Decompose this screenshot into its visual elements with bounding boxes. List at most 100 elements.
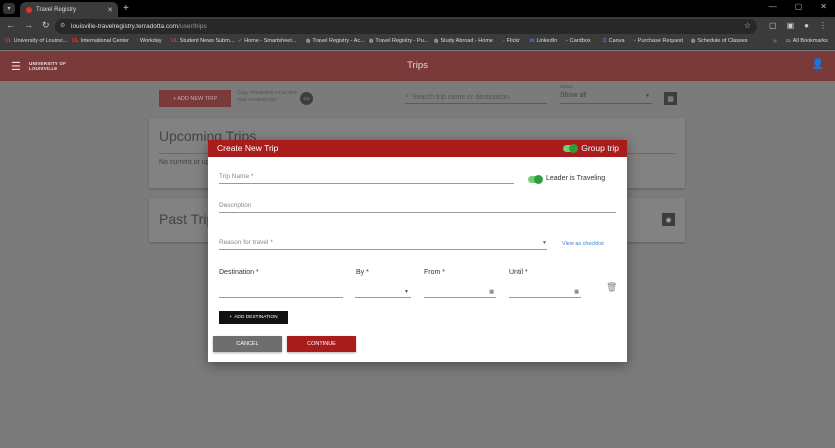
bookmark-item[interactable]: in LinkedIn <box>530 38 557 44</box>
new-tab-button[interactable]: + <box>123 3 129 14</box>
tab-title: Travel Registry <box>36 6 77 13</box>
purchase-icon: ▪ <box>634 38 636 44</box>
linkedin-icon: in <box>530 38 535 44</box>
extension-icons: ▢ ▣ ● ⋮ <box>769 21 827 30</box>
url-host: louisville-travelregistry.terradotta.com <box>71 23 179 30</box>
globe-icon: ◍ <box>306 38 311 44</box>
app-header: ☰ UNIVERSITY OF LOUISVILLE Trips 👤 <box>0 51 835 81</box>
chevron-down-icon: ▼ <box>404 289 409 295</box>
chevron-down-icon: ▼ <box>542 240 547 246</box>
cancel-button[interactable]: CANCEL <box>213 336 282 352</box>
bookmark-star-icon[interactable]: ☆ <box>744 21 751 30</box>
globe-icon: ◍ <box>691 38 696 44</box>
extensions-icon[interactable]: ▢ <box>769 21 777 30</box>
upcoming-empty-text: No current or up <box>159 159 210 166</box>
ul-logo-icon: UL <box>5 38 12 44</box>
bookmark-item[interactable]: ◍ Travel Registry - Ac... <box>306 38 365 44</box>
calendar-icon[interactable]: ▦ <box>489 289 494 295</box>
past-trips-heading: Past Trip <box>159 211 215 227</box>
from-label: From * <box>424 269 445 276</box>
until-date-input[interactable]: ▦ <box>509 287 581 298</box>
trip-search-input[interactable]: ⌕ Search trip name or destination <box>405 91 547 104</box>
plus-icon: + <box>229 315 233 320</box>
browser-tab-bar: ▾ Travel Registry ✕ + — ▢ ✕ <box>0 0 835 17</box>
search-icon: ⌕ <box>405 93 409 100</box>
close-tab-icon[interactable]: ✕ <box>107 6 113 14</box>
add-destination-button[interactable]: + ADD DESTINATION <box>219 311 288 324</box>
close-window-icon[interactable]: ✕ <box>820 2 827 11</box>
canva-icon: C <box>603 38 607 44</box>
calendar-icon: ▦ <box>667 95 674 103</box>
globe-icon: ◍ <box>369 38 374 44</box>
back-icon[interactable]: ← <box>6 20 15 31</box>
folder-icon: ▭ <box>786 38 791 44</box>
by-label: By * <box>356 269 369 276</box>
smartsheet-icon: ✓ <box>238 38 243 44</box>
address-bar-row: ← → ↻ ⚙ louisville-travelregistry.terrad… <box>0 17 835 36</box>
description-input[interactable]: Description <box>219 202 616 213</box>
ul-logo-icon: UL <box>171 38 178 44</box>
bookmark-item[interactable]: ▪ Purchase Request <box>634 38 683 44</box>
bookmarks-overflow-icon[interactable]: » <box>773 38 777 45</box>
forwarding-email-text: Copy forwarding email and start creating… <box>237 90 297 103</box>
view-as-checklist-link[interactable]: View as checklist <box>562 241 604 247</box>
continue-button[interactable]: CONTINUE <box>287 336 356 352</box>
bookmark-item[interactable]: C Canva <box>603 38 625 44</box>
show-past-trips-button[interactable]: ◉ <box>662 213 675 226</box>
until-label: Until * <box>509 269 528 276</box>
site-info-icon[interactable]: ⚙ <box>60 22 65 29</box>
user-account-icon[interactable]: 👤 <box>812 59 824 70</box>
delete-destination-icon[interactable]: 🗑 <box>606 282 617 293</box>
bookmark-item[interactable]: ◌ Workday <box>135 38 162 44</box>
page-title: Trips <box>407 60 428 71</box>
minimize-icon[interactable]: — <box>769 2 777 11</box>
transport-select[interactable]: ▼ <box>355 287 411 298</box>
flickr-icon: ▪ <box>503 38 505 44</box>
chevron-down-icon: ▼ <box>645 93 650 99</box>
bookmark-item[interactable]: UL University of Louisvi... <box>5 38 67 44</box>
status-select[interactable]: Show all ▼ <box>560 92 652 104</box>
group-trip-toggle[interactable] <box>563 144 578 153</box>
window-controls: — ▢ ✕ <box>769 2 827 11</box>
trip-name-input[interactable]: Trip Name * <box>219 173 514 184</box>
more-icon[interactable]: ⋮ <box>819 21 827 30</box>
bookmark-item[interactable]: ▪ Flickr <box>503 38 520 44</box>
bookmark-item[interactable]: ✓ Home - Smartsheet... <box>238 38 296 44</box>
bookmarks-bar: UL University of Louisvi... UL Internation… <box>0 36 835 50</box>
browser-tab[interactable]: Travel Registry ✕ <box>20 2 118 17</box>
copy-email-button[interactable]: CO <box>300 92 313 105</box>
destination-label: Destination * <box>219 269 259 276</box>
bookmark-item[interactable]: ▪ Cardbox <box>566 38 591 44</box>
url-field[interactable]: ⚙ louisville-travelregistry.terradotta.c… <box>55 19 757 34</box>
favicon <box>26 6 32 13</box>
sidebar-icon[interactable]: ▣ <box>787 21 795 30</box>
bookmark-item[interactable]: UL International Center <box>72 38 129 44</box>
calendar-icon[interactable]: ▦ <box>574 289 579 295</box>
toggle-knob <box>569 144 578 153</box>
profile-icon[interactable]: ● <box>804 21 809 30</box>
maximize-icon[interactable]: ▢ <box>795 2 803 11</box>
destination-input[interactable] <box>219 287 343 298</box>
bookmark-item[interactable]: ◍ Study Abroad - Home <box>434 38 493 44</box>
bookmark-item[interactable]: ◍ Schedule of Classes <box>691 38 748 44</box>
leader-traveling-label: Leader is Traveling <box>546 175 606 182</box>
create-trip-dialog: Create New Trip Group trip Trip Name * L… <box>208 140 627 362</box>
all-bookmarks[interactable]: ▭ All Bookmarks <box>786 38 828 44</box>
forward-icon[interactable]: → <box>24 20 33 31</box>
tab-search-button[interactable]: ▾ <box>3 3 15 14</box>
cardbox-icon: ▪ <box>566 38 568 44</box>
leader-traveling-toggle[interactable] <box>528 175 543 184</box>
dialog-title: Create New Trip <box>217 143 279 153</box>
calendar-view-button[interactable]: ▦ <box>664 92 677 105</box>
nav-buttons: ← → ↻ <box>6 20 50 31</box>
workday-icon: ◌ <box>135 38 138 44</box>
bookmark-item[interactable]: UL Student News Subm... <box>171 38 234 44</box>
dialog-header: Create New Trip Group trip <box>208 140 627 157</box>
status-label: Status <box>560 84 573 89</box>
add-new-trip-button[interactable]: + ADD NEW TRIP <box>159 90 231 107</box>
ul-logo-icon: UL <box>72 38 79 44</box>
reload-icon[interactable]: ↻ <box>42 20 50 31</box>
bookmark-item[interactable]: ◍ Travel Registry - Pu... <box>369 38 428 44</box>
from-date-input[interactable]: ▦ <box>424 287 496 298</box>
reason-for-travel-select[interactable]: Reason for travel * ▼ <box>219 239 547 250</box>
